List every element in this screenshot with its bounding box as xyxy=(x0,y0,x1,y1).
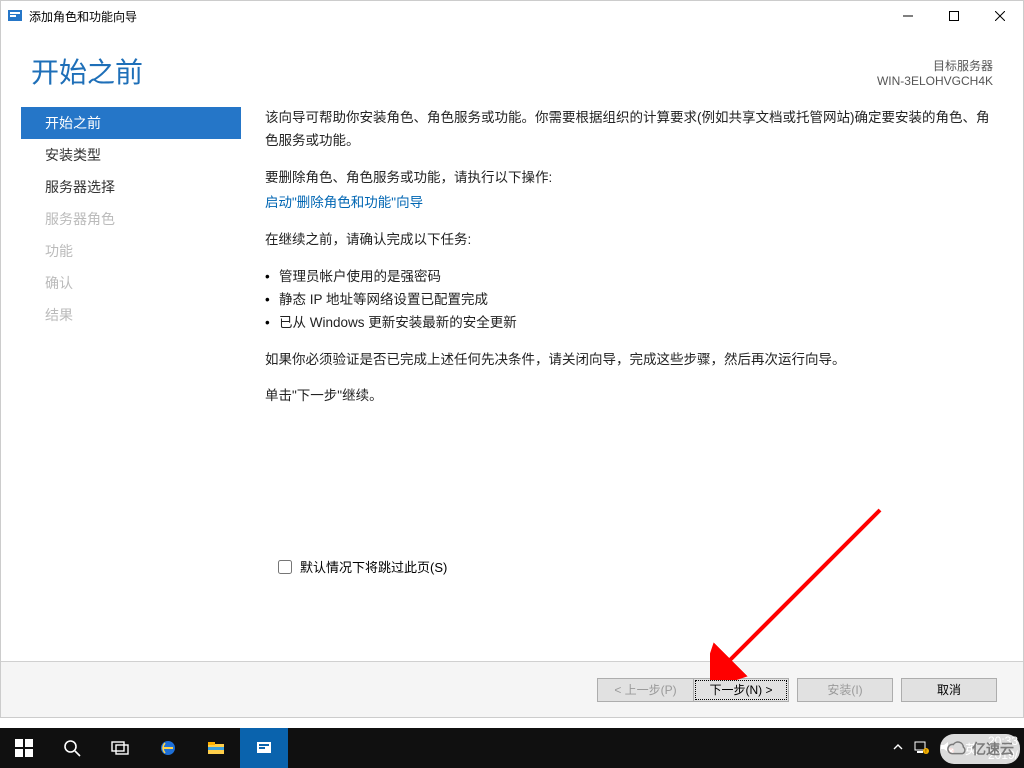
search-icon[interactable] xyxy=(48,728,96,768)
header: 开始之前 目标服务器 WIN-3ELOHVGCH4K xyxy=(1,31,1023,101)
sidebar-item-server-roles: 服务器角色 xyxy=(21,203,241,235)
ie-icon[interactable] xyxy=(144,728,192,768)
file-explorer-icon[interactable] xyxy=(192,728,240,768)
maximize-button[interactable] xyxy=(931,1,977,31)
sidebar-item-server-selection[interactable]: 服务器选择 xyxy=(21,171,241,203)
content-pane: 该向导可帮助你安装角色、角色服务或功能。你需要根据组织的计算要求(例如共享文档或… xyxy=(241,101,1023,661)
sidebar-item-install-type[interactable]: 安装类型 xyxy=(21,139,241,171)
target-server-box: 目标服务器 WIN-3ELOHVGCH4K xyxy=(877,51,993,88)
remove-intro: 要删除角色、角色服务或功能，请执行以下操作: xyxy=(265,167,993,190)
next-button[interactable]: 下一步(N) > xyxy=(693,678,789,702)
target-value: WIN-3ELOHVGCH4K xyxy=(877,74,993,88)
sidebar-item-results: 结果 xyxy=(21,299,241,331)
list-item: 管理员帐户使用的是强密码 xyxy=(265,266,993,289)
network-icon[interactable]: ! xyxy=(913,739,929,758)
wizard-footer: < 上一步(P) 下一步(N) > 安装(I) 取消 xyxy=(1,661,1023,717)
tray-chevron-up-icon[interactable] xyxy=(893,741,903,755)
remove-roles-link[interactable]: 启动"删除角色和功能"向导 xyxy=(265,195,423,210)
target-label: 目标服务器 xyxy=(877,57,993,74)
svg-text:!: ! xyxy=(925,749,926,755)
watermark: 亿速云 xyxy=(940,734,1020,764)
prerequisite-list: 管理员帐户使用的是强密码 静态 IP 地址等网络设置已配置完成 已从 Windo… xyxy=(265,266,993,335)
page-title: 开始之前 xyxy=(31,51,877,91)
app-icon xyxy=(7,8,23,24)
list-item: 静态 IP 地址等网络设置已配置完成 xyxy=(265,289,993,312)
watermark-text: 亿速云 xyxy=(972,739,1014,759)
cancel-button[interactable]: 取消 xyxy=(901,678,997,702)
window-title: 添加角色和功能向导 xyxy=(29,8,137,25)
taskbar[interactable]: ! 英 20:33 2019/ xyxy=(0,728,1024,768)
wizard-window: 添加角色和功能向导 开始之前 目标服务器 WIN-3ELOHVGCH4K 开始之… xyxy=(0,0,1024,718)
tasks-intro: 在继续之前，请确认完成以下任务: xyxy=(265,229,993,252)
titlebar: 添加角色和功能向导 xyxy=(1,1,1023,31)
verify-paragraph: 如果你必须验证是否已完成上述任何先决条件，请关闭向导，完成这些步骤，然后再次运行… xyxy=(265,349,993,372)
task-view-icon[interactable] xyxy=(96,728,144,768)
intro-paragraph: 该向导可帮助你安装角色、角色服务或功能。你需要根据组织的计算要求(例如共享文档或… xyxy=(265,107,993,153)
list-item: 已从 Windows 更新安装最新的安全更新 xyxy=(265,312,993,335)
sidebar-item-before-you-begin[interactable]: 开始之前 xyxy=(21,107,241,139)
sidebar-item-confirm: 确认 xyxy=(21,267,241,299)
skip-page-label: 默认情况下将跳过此页(S) xyxy=(300,557,447,576)
start-button[interactable] xyxy=(0,728,48,768)
server-manager-icon[interactable] xyxy=(240,728,288,768)
minimize-button[interactable] xyxy=(885,1,931,31)
previous-button: < 上一步(P) xyxy=(597,678,693,702)
sidebar-item-features: 功能 xyxy=(21,235,241,267)
skip-page-row: 默认情况下将跳过此页(S) xyxy=(278,557,447,576)
continue-paragraph: 单击"下一步"继续。 xyxy=(265,385,993,408)
close-button[interactable] xyxy=(977,1,1023,31)
wizard-sidebar: 开始之前 安装类型 服务器选择 服务器角色 功能 确认 结果 xyxy=(21,101,241,661)
install-button: 安装(I) xyxy=(797,678,893,702)
skip-page-checkbox[interactable] xyxy=(278,560,292,574)
